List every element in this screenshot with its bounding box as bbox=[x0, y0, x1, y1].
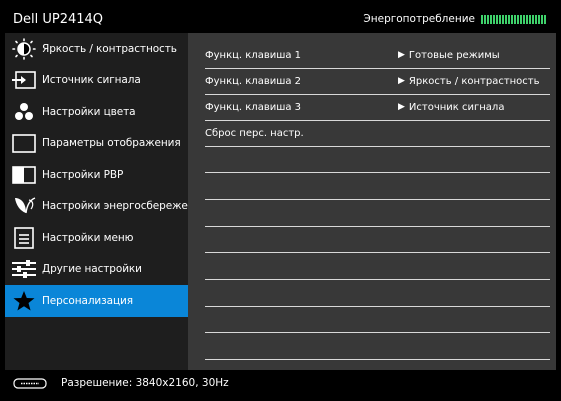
pbp-icon bbox=[10, 164, 38, 186]
option-row bbox=[205, 200, 550, 227]
monitor-osd: Dell UP2414Q Энергопотребление Яркость /… bbox=[0, 0, 561, 401]
energy-bar bbox=[481, 14, 546, 24]
option-name: Функц. клавиша 2 bbox=[205, 75, 302, 87]
star-icon bbox=[10, 290, 38, 312]
play-arrow-icon: ▶ bbox=[398, 50, 405, 60]
osd-footer: Разрешение: 3840x2160, 30Hz bbox=[5, 370, 556, 396]
option-row bbox=[205, 146, 550, 173]
option-value: ▶ Яркость / контрастность bbox=[398, 76, 540, 87]
energy-label: Энергопотребление bbox=[363, 13, 475, 25]
leaf-icon bbox=[10, 195, 38, 217]
energy-segment bbox=[517, 14, 519, 24]
energy-segment bbox=[481, 14, 483, 24]
resolution-info: Разрешение: 3840x2160, 30Hz bbox=[61, 377, 229, 389]
option-value-text: Готовые режимы bbox=[408, 49, 500, 61]
sidebar-item-label: Настройки меню bbox=[42, 231, 134, 244]
sidebar-item[interactable]: Параметры отображения bbox=[5, 128, 188, 160]
color-dots-icon bbox=[10, 101, 38, 123]
option-row bbox=[205, 173, 550, 200]
option-row bbox=[205, 280, 550, 307]
sidebar-item[interactable]: Источник сигнала bbox=[5, 65, 188, 97]
option-row bbox=[205, 253, 550, 280]
sidebar-item[interactable]: Настройки энергосбережения bbox=[5, 191, 188, 223]
sidebar-item-label: Персонализация bbox=[42, 294, 133, 307]
sidebar-item-label: Настройки энергосбережения bbox=[42, 200, 188, 213]
energy-segment bbox=[514, 14, 516, 24]
option-name: Сброс перс. настр. bbox=[205, 127, 304, 139]
option-value-text: Источник сигнала bbox=[408, 101, 505, 113]
sidebar-item[interactable]: Другие настройки bbox=[5, 254, 188, 286]
osd-content-panel: Функц. клавиша 1 ▶ Готовые режимы Функц. кл… bbox=[188, 33, 556, 370]
sidebar-item-label: Источник сигнала bbox=[42, 74, 141, 87]
option-row bbox=[205, 226, 550, 253]
sidebar-item[interactable]: Яркость / контрастность bbox=[5, 33, 188, 65]
display-icon bbox=[10, 132, 38, 154]
sidebar-item-label: Параметры отображения bbox=[42, 137, 181, 150]
osd-sidebar: Яркость / контрастность Источник сигнала Н… bbox=[5, 33, 188, 370]
sidebar-item[interactable]: Персонализация bbox=[5, 285, 188, 317]
energy-segment bbox=[490, 14, 492, 24]
energy-segment bbox=[523, 14, 525, 24]
option-value-text: Яркость / контрастность bbox=[408, 75, 540, 87]
energy-segment bbox=[484, 14, 486, 24]
menu-icon bbox=[10, 226, 38, 249]
option-value: ▶ Источник сигнала bbox=[398, 102, 504, 113]
option-value: ▶ Готовые режимы bbox=[398, 50, 500, 61]
energy-segment bbox=[538, 14, 540, 24]
sidebar-item-label: Настройки цвета bbox=[42, 105, 136, 118]
sidebar-item[interactable]: Настройки PBP bbox=[5, 159, 188, 191]
energy-segment bbox=[508, 14, 510, 24]
sliders-icon bbox=[10, 258, 38, 280]
option-row[interactable]: Сброс перс. настр. bbox=[205, 120, 550, 147]
energy-segment bbox=[535, 14, 537, 24]
play-arrow-icon: ▶ bbox=[398, 102, 405, 112]
energy-segment bbox=[511, 14, 513, 24]
energy-segment bbox=[487, 14, 489, 24]
option-name: Функц. клавиша 3 bbox=[205, 101, 302, 113]
energy-segment bbox=[544, 14, 546, 24]
energy-segment bbox=[520, 14, 522, 24]
energy-segment bbox=[499, 14, 501, 24]
input-source-icon bbox=[10, 69, 38, 91]
sidebar-item-label: Яркость / контрастность bbox=[42, 42, 177, 55]
brightness-icon bbox=[10, 37, 38, 60]
sidebar-item-label: Другие настройки bbox=[42, 263, 142, 276]
energy-segment bbox=[493, 14, 495, 24]
option-row[interactable]: Функц. клавиша 2 ▶ Яркость / контрастность bbox=[205, 68, 550, 95]
energy-segment bbox=[526, 14, 528, 24]
energy-segment bbox=[529, 14, 531, 24]
option-row[interactable]: Функц. клавиша 3 ▶ Источник сигнала bbox=[205, 94, 550, 121]
option-row bbox=[205, 333, 550, 360]
energy-segment bbox=[502, 14, 504, 24]
energy-segment bbox=[532, 14, 534, 24]
osd-header: Dell UP2414Q Энергопотребление bbox=[5, 5, 556, 33]
option-row bbox=[205, 306, 550, 333]
option-row[interactable]: Функц. клавиша 1 ▶ Готовые режимы bbox=[205, 42, 550, 69]
energy-segment bbox=[496, 14, 498, 24]
energy-segment bbox=[505, 14, 507, 24]
play-arrow-icon: ▶ bbox=[398, 76, 405, 86]
sidebar-item[interactable]: Настройки меню bbox=[5, 222, 188, 254]
energy-meter: Энергопотребление bbox=[363, 13, 556, 25]
energy-segment bbox=[541, 14, 543, 24]
model-title: Dell UP2414Q bbox=[13, 11, 104, 27]
port-icon bbox=[13, 377, 47, 389]
sidebar-item-label: Настройки PBP bbox=[42, 168, 124, 181]
sidebar-item[interactable]: Настройки цвета bbox=[5, 96, 188, 128]
option-name: Функц. клавиша 1 bbox=[205, 49, 302, 61]
